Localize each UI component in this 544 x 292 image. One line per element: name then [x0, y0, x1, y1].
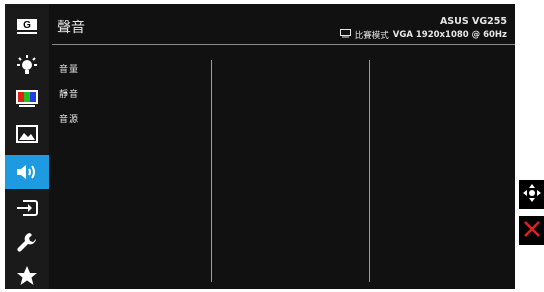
- splendid-letter: G: [23, 20, 31, 31]
- osd-window: G 聲音 ASUS VG255 比賽模式 VGA 1920x1080 @ 60H…: [5, 4, 515, 289]
- navigate-button[interactable]: [519, 180, 544, 209]
- sound-menu: 音量 靜音 音源: [59, 66, 79, 141]
- header-divider: [52, 44, 515, 45]
- sidebar: G: [5, 4, 49, 289]
- close-icon: [523, 220, 541, 242]
- monitor-icon: [339, 29, 351, 41]
- resolution-label: VGA 1920x1080 @ 60Hz: [392, 30, 507, 40]
- sidebar-item-favorite[interactable]: [5, 260, 49, 292]
- wrench-icon: [16, 231, 38, 253]
- model-name: ASUS VG255: [439, 16, 507, 27]
- star-icon: [16, 265, 38, 287]
- menu-item-mute[interactable]: 靜音: [59, 91, 79, 116]
- sound-icon: [15, 163, 39, 181]
- menu-item-volume[interactable]: 音量: [59, 66, 79, 91]
- navigate-icon: [522, 183, 542, 207]
- close-button[interactable]: [519, 216, 544, 245]
- color-icon: [16, 90, 38, 108]
- splendid-icon: G: [16, 18, 38, 35]
- blue-light-filter-icon: [16, 55, 38, 77]
- sidebar-item-input-select[interactable]: [5, 192, 49, 224]
- sidebar-item-image[interactable]: [5, 118, 49, 150]
- main-panel: 聲音 ASUS VG255 比賽模式 VGA 1920x1080 @ 60Hz …: [49, 4, 515, 289]
- sidebar-item-color[interactable]: [5, 83, 49, 115]
- sidebar-item-splendid[interactable]: G: [5, 10, 49, 42]
- column-divider-1: [211, 60, 212, 282]
- status-line: 比賽模式 VGA 1920x1080 @ 60Hz: [339, 29, 507, 41]
- menu-item-source[interactable]: 音源: [59, 116, 79, 141]
- page-title: 聲音: [57, 20, 85, 36]
- input-select-icon: [16, 199, 38, 217]
- sidebar-item-sound[interactable]: [5, 155, 49, 189]
- game-mode-label: 比賽模式: [354, 31, 389, 41]
- column-divider-2: [369, 60, 370, 282]
- image-icon: [16, 125, 38, 143]
- sidebar-item-blue-light[interactable]: [5, 50, 49, 82]
- sidebar-item-system-setup[interactable]: [5, 226, 49, 258]
